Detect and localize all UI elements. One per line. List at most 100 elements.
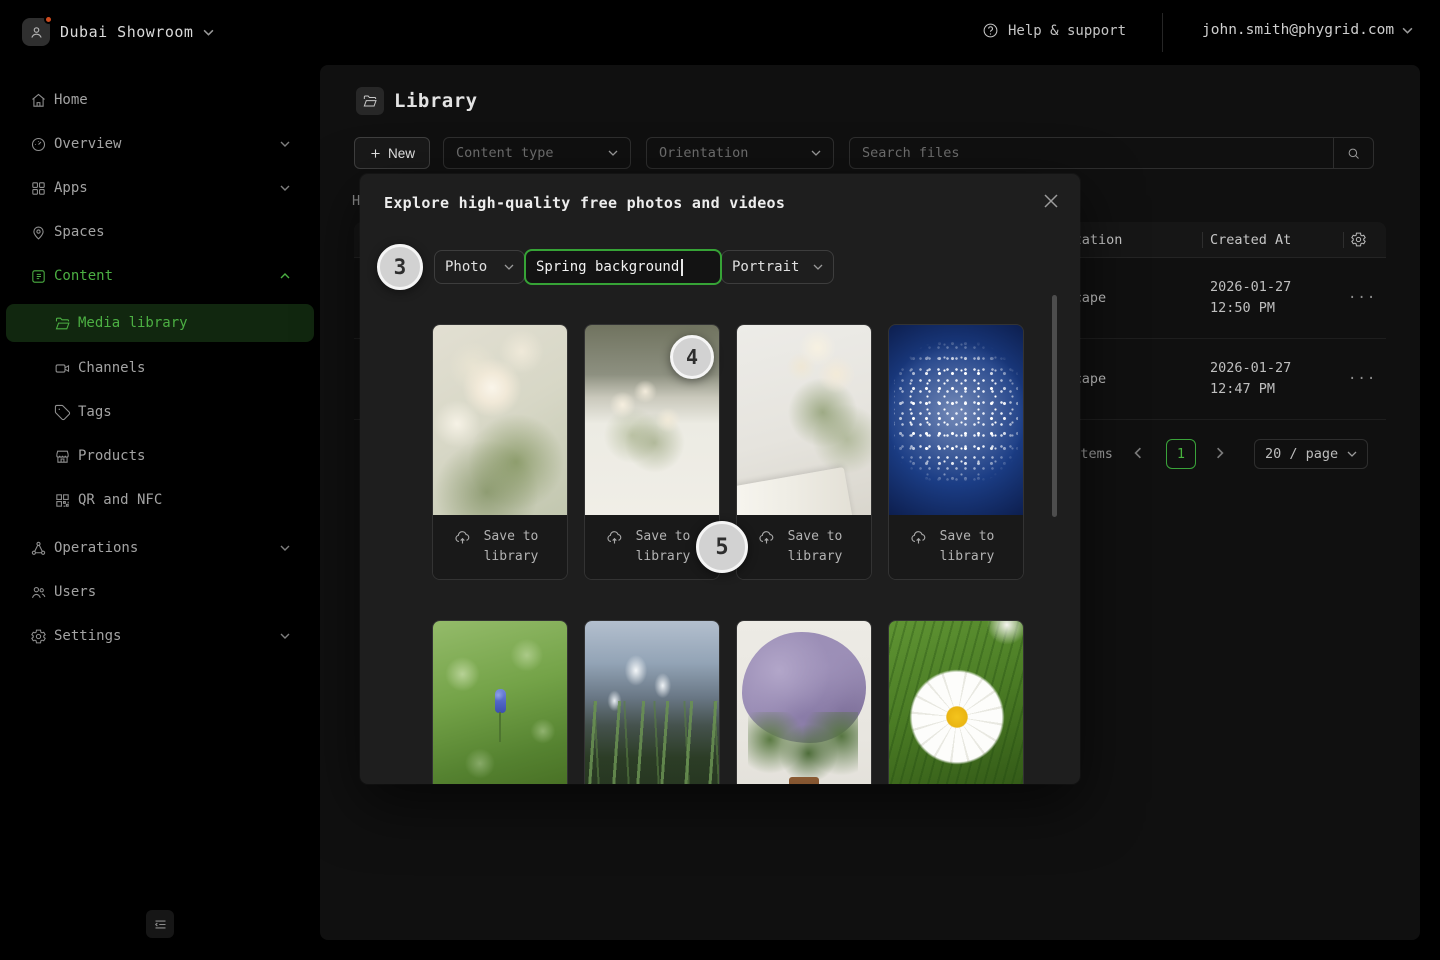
text-caret <box>681 259 683 276</box>
workspace-selector[interactable]: Dubai Showroom <box>22 18 214 46</box>
account-email: john.smith@phygrid.com <box>1202 22 1394 38</box>
chevron-down-icon <box>813 264 823 270</box>
stock-photo-thumbnail[interactable] <box>737 325 871 515</box>
topbar: Dubai Showroom Help & support john.smith… <box>0 0 1440 65</box>
chevron-down-icon <box>280 141 290 147</box>
sidebar-item-settings[interactable]: Settings <box>14 614 306 658</box>
tag-icon <box>54 404 71 421</box>
chevron-down-icon <box>1347 451 1357 457</box>
cloud-upload-icon <box>454 529 471 546</box>
sidebar-item-users[interactable]: Users <box>14 570 306 614</box>
sidebar-item-label: Media library <box>78 315 188 331</box>
stock-photo-thumbnail[interactable] <box>889 325 1023 515</box>
sidebar-item-overview[interactable]: Overview <box>14 122 306 166</box>
save-to-library-button[interactable]: Save to library <box>737 515 871 579</box>
table-settings-icon[interactable] <box>1350 231 1367 248</box>
content-type-placeholder: Content type <box>456 145 554 161</box>
photo-decoration <box>585 701 719 784</box>
column-header-created-at: Created At <box>1210 222 1291 258</box>
stock-photo-thumbnail[interactable] <box>433 621 567 784</box>
pagination-next-button[interactable] <box>1216 447 1224 459</box>
media-type-value: Photo <box>445 259 487 275</box>
help-support-button[interactable]: Help & support <box>982 22 1126 39</box>
search-button[interactable] <box>1333 138 1373 168</box>
photo-decoration <box>495 689 506 713</box>
sidebar-item-media-library[interactable]: Media library <box>6 304 314 342</box>
stock-photo-card: Save to library <box>736 324 872 580</box>
page-size-select[interactable]: 20 / page <box>1254 439 1368 469</box>
pagination-page-1[interactable]: 1 <box>1166 439 1196 469</box>
sidebar-item-operations[interactable]: Operations <box>14 526 306 570</box>
column-divider <box>1202 232 1203 248</box>
sidebar-item-spaces[interactable]: Spaces <box>14 210 306 254</box>
question-circle-icon <box>982 22 999 39</box>
page-title: Library <box>394 90 478 112</box>
cell-created-at: 2026-01-27 12:47 PM <box>1210 358 1291 400</box>
stock-orientation-select[interactable]: Portrait <box>721 250 834 284</box>
chevron-right-icon <box>1216 447 1224 459</box>
storefront-icon <box>54 448 71 465</box>
account-menu[interactable]: john.smith@phygrid.com <box>1202 22 1413 38</box>
stock-search-input[interactable]: Spring background <box>524 249 722 285</box>
content-type-filter[interactable]: Content type <box>443 137 631 169</box>
chevron-down-icon <box>280 633 290 639</box>
new-button[interactable]: New <box>354 137 430 169</box>
library-folder-icon <box>356 87 384 115</box>
sidebar-item-apps[interactable]: Apps <box>14 166 306 210</box>
row-actions-button[interactable]: ··· <box>1348 371 1376 387</box>
pagination-prev-button[interactable] <box>1134 447 1142 459</box>
video-camera-icon <box>54 360 71 377</box>
qr-code-icon <box>54 492 71 509</box>
sidebar-item-label: Home <box>54 92 88 108</box>
stock-photo-thumbnail[interactable] <box>585 621 719 784</box>
app-root: Dubai Showroom Help & support john.smith… <box>0 0 1440 960</box>
chevron-up-icon <box>280 273 290 279</box>
sidebar-item-label: Products <box>78 448 145 464</box>
stock-photo-card: Save to library <box>888 324 1024 580</box>
sidebar-item-label: Content <box>54 268 113 284</box>
stock-photo-card: Save to library <box>432 620 568 784</box>
cell-created-at: 2026-01-27 12:50 PM <box>1210 277 1291 319</box>
users-icon <box>30 584 47 601</box>
folder-open-icon <box>54 315 71 332</box>
help-support-label: Help & support <box>1008 23 1126 39</box>
modal-title: Explore high-quality free photos and vid… <box>384 194 785 212</box>
step-badge-3: 3 <box>377 244 423 290</box>
orientation-placeholder: Orientation <box>659 145 748 161</box>
sidebar-item-home[interactable]: Home <box>14 78 306 122</box>
sidebar-item-label: Users <box>54 584 96 600</box>
stock-photo-card: Save to library <box>584 620 720 784</box>
gear-icon <box>30 628 47 645</box>
menu-fold-icon <box>153 917 168 932</box>
media-type-select[interactable]: Photo <box>434 250 525 284</box>
save-to-library-button[interactable]: Save to library <box>433 515 567 579</box>
stock-photo-thumbnail[interactable] <box>889 621 1023 784</box>
sidebar: Home Overview Apps Spaces Content Media … <box>0 65 320 960</box>
gauge-icon <box>30 136 47 153</box>
search-files-input[interactable] <box>850 138 1333 168</box>
stock-photo-thumbnail[interactable] <box>737 621 871 784</box>
photo-decoration <box>894 336 1017 496</box>
stock-media-modal: Explore high-quality free photos and vid… <box>360 174 1080 784</box>
sidebar-item-content[interactable]: Content <box>14 254 306 298</box>
person-icon <box>29 25 44 40</box>
close-icon[interactable] <box>1043 193 1061 211</box>
apps-grid-icon <box>30 180 47 197</box>
chevron-down-icon <box>811 150 821 156</box>
sidebar-item-products[interactable]: Products <box>14 434 306 478</box>
cloud-upload-icon <box>758 529 775 546</box>
sidebar-item-qr-nfc[interactable]: QR and NFC <box>14 478 306 522</box>
sidebar-item-channels[interactable]: Channels <box>14 346 306 390</box>
orientation-filter[interactable]: Orientation <box>646 137 834 169</box>
row-actions-button[interactable]: ··· <box>1348 290 1376 306</box>
sidebar-item-tags[interactable]: Tags <box>14 390 306 434</box>
collapse-sidebar-button[interactable] <box>146 910 174 938</box>
modal-scrollbar[interactable] <box>1052 295 1057 517</box>
content-list-icon <box>30 268 47 285</box>
stock-search-value: Spring background <box>536 259 679 275</box>
sidebar-item-label: Operations <box>54 540 138 556</box>
stock-photo-thumbnail[interactable] <box>433 325 567 515</box>
save-to-library-button[interactable]: Save to library <box>889 515 1023 579</box>
workspace-avatar <box>22 18 50 46</box>
notification-dot <box>44 15 53 24</box>
